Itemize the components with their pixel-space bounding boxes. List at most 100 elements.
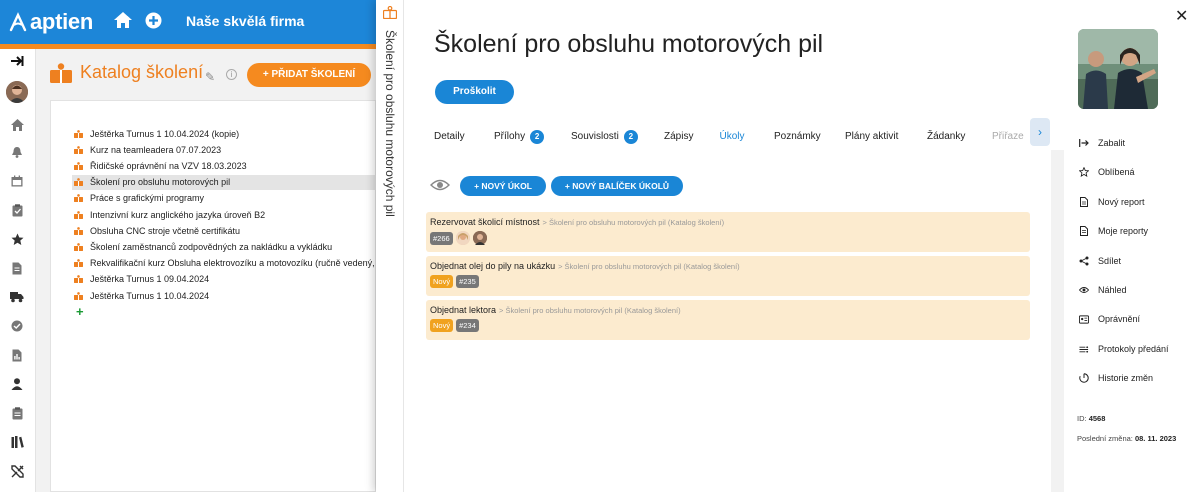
tab-tasks[interactable]: Úkoly <box>706 123 758 150</box>
tab-details[interactable]: Detaily <box>424 123 475 150</box>
menu-new-report[interactable]: Nový report <box>1079 195 1145 209</box>
task-title[interactable]: Objednat olej do pily na ukázku <box>430 261 555 271</box>
left-icon-bar <box>0 49 36 492</box>
info-icon[interactable]: i <box>226 69 237 80</box>
menu-permissions[interactable]: Oprávnění <box>1079 312 1140 326</box>
settings-tools-icon[interactable] <box>8 462 26 480</box>
catalog-item[interactable]: Ještěrka Turnus 1 10.04.2024 (kopie) <box>74 126 239 141</box>
new-task-package-button[interactable]: + NOVÝ BALÍČEK ÚKOLŮ <box>551 176 683 196</box>
menu-label: Oprávnění <box>1098 314 1141 324</box>
catalog-item[interactable]: Kurz na teamleadera 07.07.2023 <box>74 142 221 157</box>
tab-label: Úkoly <box>719 131 745 142</box>
task-new-badge: Nový <box>430 275 454 288</box>
tab-label: Přiřaze <box>992 131 1024 142</box>
tab-count-badge: 2 <box>530 129 545 144</box>
aptien-logo[interactable]: aptien <box>8 9 93 35</box>
menu-handover-protocols[interactable]: Protokoly předání <box>1079 342 1169 356</box>
task-tags: Nový #234 <box>430 319 482 332</box>
catalog-header: Katalog školení <box>50 62 203 83</box>
home-nav-icon[interactable] <box>8 116 26 134</box>
catalog-training-icon <box>50 62 72 83</box>
tabs-scroll-right-button[interactable]: › <box>1030 118 1050 146</box>
menu-label: Sdílet <box>1098 256 1122 266</box>
page-title: Školení pro obsluhu motorových pil <box>434 30 824 58</box>
tab-label: Souvislosti <box>571 131 619 142</box>
clipboard-icon[interactable] <box>8 201 26 219</box>
catalog-item-label: Školení zaměstnanců zodpovědných za nakl… <box>90 241 333 252</box>
catalog-item[interactable]: Intenzivní kurz anglického jazyka úroveň… <box>74 207 265 222</box>
task-id-badge: #266 <box>430 231 453 245</box>
tab-attachments[interactable]: Přílohy 2 <box>484 123 554 150</box>
menu-history[interactable]: Historie změn <box>1079 371 1153 385</box>
catalog-item[interactable]: Rekvalifikační kurz Obsluha elektrovozík… <box>74 256 389 271</box>
catalog-item[interactable]: Školení zaměstnanců zodpovědných za nakl… <box>74 239 332 254</box>
menu-collapse[interactable]: Zabalit <box>1079 136 1125 150</box>
record-id-value: 4568 <box>1088 414 1106 423</box>
star-icon[interactable] <box>8 230 26 248</box>
assignee-avatar[interactable] <box>472 231 487 245</box>
menu-share[interactable]: Sdílet <box>1079 254 1121 268</box>
training-item-icon <box>74 226 83 235</box>
training-item-icon <box>74 145 83 154</box>
catalog-item[interactable]: Školení pro obsluhu motorových pil <box>72 174 376 190</box>
task-title[interactable]: Rezervovat školicí místnost <box>430 217 540 227</box>
task-card[interactable]: Objednat lektora > Školení pro obsluhu mo… <box>426 300 1030 340</box>
home-icon[interactable] <box>113 11 133 32</box>
truck-icon[interactable] <box>8 288 26 306</box>
record-id: ID: 4568 <box>1077 414 1105 423</box>
star-icon <box>1079 167 1089 177</box>
company-name[interactable]: Naše skvělá firma <box>186 13 304 29</box>
training-item-icon <box>74 275 83 284</box>
edit-pencil-icon[interactable]: ✎ <box>205 70 215 84</box>
task-title[interactable]: Objednat lektora <box>430 305 496 315</box>
task-title-line: Objednat olej do pily na ukázku > Školení… <box>430 261 740 271</box>
menu-favorites[interactable]: Oblíbená <box>1079 165 1135 179</box>
tab-comments[interactable]: Poznámky <box>764 123 831 150</box>
person-icon[interactable] <box>8 375 26 393</box>
new-task-button[interactable]: + NOVÝ ÚKOL <box>460 176 546 196</box>
training-photo[interactable] <box>1078 29 1158 109</box>
calendar-icon[interactable] <box>8 172 26 190</box>
last-change-value: 08. 11. 2023 <box>1134 434 1177 443</box>
training-item-icon <box>74 129 83 138</box>
tab-notes-log[interactable]: Zápisy <box>654 123 703 150</box>
train-button[interactable]: Proškolit <box>435 80 514 104</box>
menu-preview[interactable]: Náhled <box>1079 283 1127 297</box>
tab-assignments[interactable]: Přiřaze <box>982 123 1034 150</box>
catalog-item[interactable]: Práce s grafickými programy <box>74 191 204 206</box>
eye-icon[interactable] <box>430 178 450 195</box>
add-catalog-item-icon[interactable]: + <box>76 304 84 319</box>
add-training-button[interactable]: + PŘIDAT ŠKOLENÍ <box>247 63 371 87</box>
check-circle-icon[interactable] <box>8 317 26 335</box>
last-change: Poslední změna: 08. 11. 2023 <box>1077 434 1176 443</box>
tab-label: Žádanky <box>927 131 966 142</box>
catalog-item[interactable]: Ještěrka Turnus 1 09.04.2024 <box>74 272 209 287</box>
menu-label: Nový report <box>1098 197 1145 207</box>
catalog-item[interactable]: Obsluha CNC stroje včetně certifikátu <box>74 223 240 238</box>
catalog-item[interactable]: Ještěrka Turnus 1 10.04.2024 <box>74 288 209 303</box>
task-title-line: Objednat lektora > Školení pro obsluhu mo… <box>430 305 681 315</box>
catalog-item[interactable]: Řidičské oprávnění na VZV 18.03.2023 <box>74 158 247 173</box>
library-icon[interactable] <box>8 433 26 451</box>
task-card[interactable]: Rezervovat školicí místnost > Školení pro… <box>426 212 1030 252</box>
document-icon[interactable] <box>8 259 26 277</box>
report-icon[interactable] <box>8 346 26 364</box>
tab-relations[interactable]: Souvislosti 2 <box>561 123 648 150</box>
user-avatar[interactable] <box>6 81 28 103</box>
assignee-avatar[interactable] <box>455 231 470 245</box>
tasks-clipboard-icon[interactable] <box>8 404 26 422</box>
task-card[interactable]: Objednat olej do pily na ukázku > Školení… <box>426 256 1030 296</box>
tab-requests[interactable]: Žádanky <box>917 123 975 150</box>
tab-activity-plans[interactable]: Plány aktivit <box>835 123 908 150</box>
chevron-right-icon: › <box>1038 125 1042 139</box>
training-item-icon <box>74 259 83 268</box>
training-item-icon <box>74 210 83 219</box>
training-icon <box>382 5 398 22</box>
close-icon[interactable]: ✕ <box>1175 6 1188 26</box>
add-circle-icon[interactable] <box>145 12 162 32</box>
share-icon <box>1079 256 1089 266</box>
expand-arrow-icon[interactable] <box>8 52 26 70</box>
menu-my-reports[interactable]: Moje reporty <box>1079 224 1148 238</box>
bell-icon[interactable] <box>8 143 26 161</box>
catalog-item-label: Obsluha CNC stroje včetně certifikátu <box>90 225 241 236</box>
